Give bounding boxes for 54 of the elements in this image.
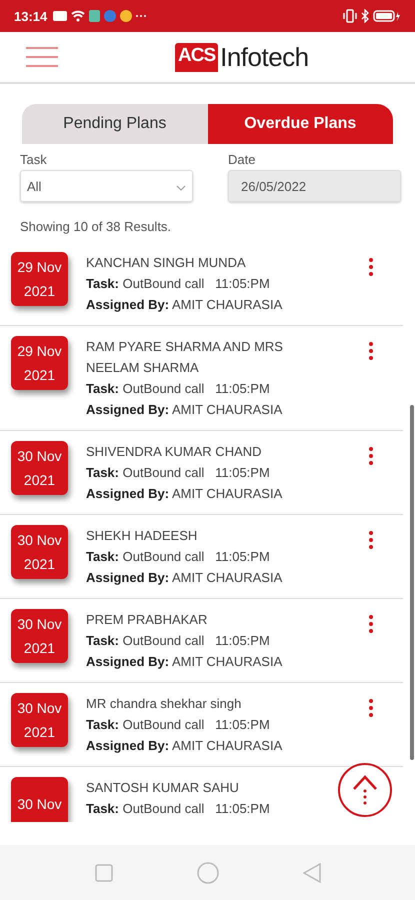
logo-name: Infotech bbox=[220, 42, 309, 73]
contact-name: SHEKH HADEESH bbox=[86, 527, 198, 545]
task-line: Task: OutBound call 11:05:PM bbox=[86, 632, 271, 650]
scroll-top-button[interactable] bbox=[338, 763, 392, 817]
assigned-line: Assigned By: AMIT CHAURASIA bbox=[86, 485, 284, 503]
assigned-line: Assigned By: AMIT CHAURASIA bbox=[86, 737, 284, 755]
logo-badge: ACS bbox=[175, 43, 218, 72]
app-icon bbox=[89, 10, 100, 22]
battery-icon bbox=[373, 9, 401, 23]
date-badge: 30 Nov 2021 bbox=[11, 609, 68, 663]
app-icon bbox=[104, 10, 116, 22]
date-badge: 30 Nov 2021 bbox=[11, 441, 68, 495]
date-badge: 30 Nov 2021 bbox=[11, 693, 68, 747]
vibrate-icon bbox=[343, 9, 357, 23]
task-line: Task: OutBound call 11:05:PM bbox=[86, 716, 271, 734]
plan-tab[interactable]: Pending Plans bbox=[22, 104, 208, 144]
app-icon bbox=[120, 10, 132, 22]
more-button[interactable] bbox=[369, 258, 373, 279]
more-button[interactable] bbox=[369, 615, 373, 636]
select-field[interactable]: All bbox=[20, 170, 193, 202]
task-line: Task: OutBound call 11:05:PM bbox=[86, 380, 271, 398]
contact-name: SHIVENDRA KUMAR CHAND bbox=[86, 443, 263, 461]
plan-tab[interactable]: Overdue Plans bbox=[208, 104, 393, 144]
date-badge: 30 Nov 2021 bbox=[11, 525, 68, 579]
field-label: Date bbox=[228, 152, 256, 167]
assigned-line: Assigned By: AMIT CHAURASIA bbox=[86, 569, 284, 587]
date-badge: 29 Nov 2021 bbox=[11, 252, 68, 306]
contact-name: MR chandra shekhar singh bbox=[86, 695, 242, 713]
date-field[interactable]: 26/05/2022 bbox=[228, 170, 401, 202]
contact-name: RAM PYARE SHARMA AND MRS NEELAM SHARMA bbox=[86, 338, 284, 377]
assigned-line: Assigned By: AMIT CHAURASIA bbox=[86, 653, 284, 671]
contact-name: SANTOSH KUMAR SAHU bbox=[86, 779, 240, 797]
status-time: 13:14 bbox=[14, 8, 48, 24]
more-button[interactable] bbox=[369, 342, 373, 363]
more-button[interactable] bbox=[369, 447, 373, 468]
more-button[interactable] bbox=[369, 531, 373, 552]
task-line: Task: OutBound call 11:05:PM bbox=[86, 464, 271, 482]
contact-name: KANCHAN SINGH MUNDA bbox=[86, 254, 247, 272]
task-line: Task: OutBound call 11:05:PM bbox=[86, 548, 271, 566]
more-button[interactable] bbox=[369, 699, 373, 720]
message-icon bbox=[53, 11, 68, 21]
date-badge: 29 Nov 2021 bbox=[11, 336, 68, 390]
task-line: Task: OutBound call 11:05:PM bbox=[86, 275, 271, 293]
contact-name: PREM PRABHAKAR bbox=[86, 611, 208, 629]
field-label: Task bbox=[20, 152, 48, 167]
arrow-up-icon bbox=[350, 773, 380, 807]
chevron-down-icon bbox=[176, 184, 186, 190]
results-count: Showing 10 of 38 Results. bbox=[20, 219, 172, 234]
wifi-icon bbox=[71, 10, 86, 22]
bluetooth-icon bbox=[361, 9, 369, 23]
task-line: Task: OutBound call 11:05:PM bbox=[86, 800, 271, 818]
assigned-line: Assigned By: AMIT CHAURASIA bbox=[86, 401, 284, 419]
date-badge: 30 Nov bbox=[11, 777, 68, 822]
assigned-line: Assigned By: AMIT CHAURASIA bbox=[86, 296, 284, 314]
